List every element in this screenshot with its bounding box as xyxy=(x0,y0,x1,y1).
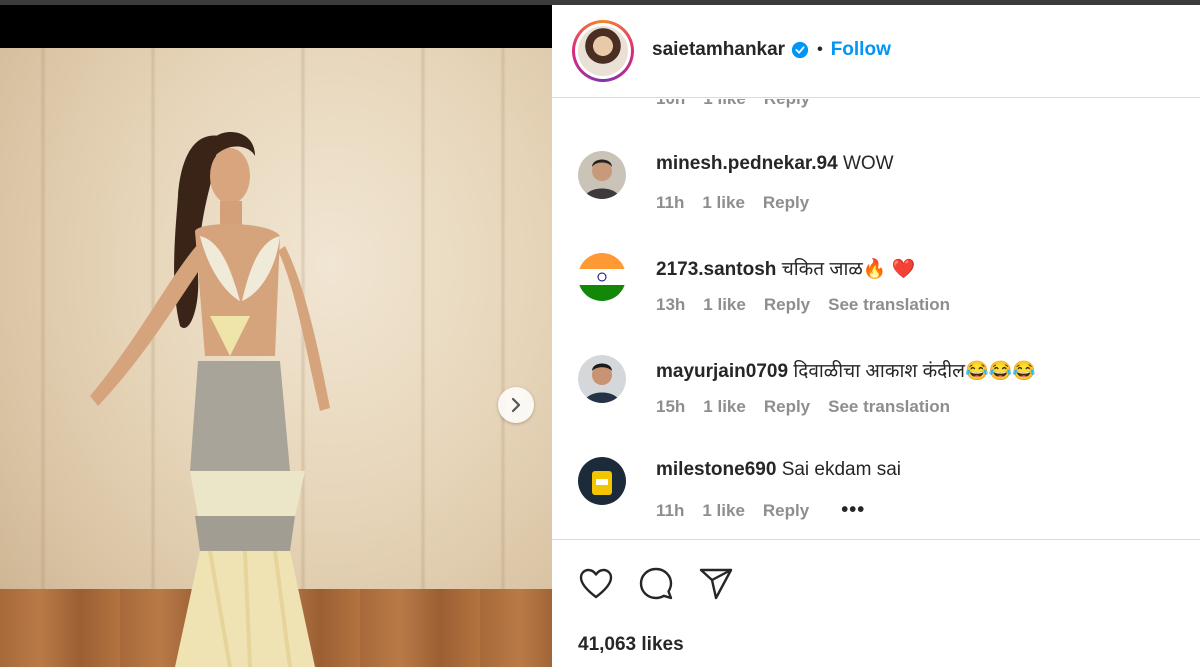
comment-text: WOW xyxy=(842,153,894,174)
next-image-button[interactable] xyxy=(498,387,534,423)
comment-likes[interactable]: 1 like xyxy=(702,501,745,521)
separator-dot: • xyxy=(817,41,823,58)
paper-plane-icon[interactable] xyxy=(698,566,734,602)
commenter-avatar[interactable] xyxy=(578,457,626,505)
post-actions: 41,063 likes xyxy=(552,539,1200,667)
chevron-right-icon xyxy=(511,397,521,413)
owner-username[interactable]: saietamhankar xyxy=(652,39,785,61)
verified-badge-icon xyxy=(791,41,809,59)
reply-button[interactable]: Reply xyxy=(764,397,810,417)
reply-button[interactable]: Reply xyxy=(763,501,809,521)
likes-count[interactable]: 41,063 likes xyxy=(578,634,684,656)
comment-item: 2173.santosh चकित जाळ🔥 ❤️ 13h 1 like Rep… xyxy=(578,251,1178,321)
comment-username[interactable]: 2173.santosh xyxy=(656,259,776,280)
post-side-panel: saietamhankar • Follow 10h 1 like Reply xyxy=(552,5,1200,667)
comment-username[interactable]: milestone690 xyxy=(656,459,776,480)
comment-username[interactable]: mayurjain0709 xyxy=(656,361,788,382)
comment-time: 10h xyxy=(656,99,685,109)
see-translation-link[interactable]: See translation xyxy=(828,295,950,315)
comment-time: 11h xyxy=(656,193,685,212)
comment-likes[interactable]: 1 like xyxy=(702,193,745,213)
heart-icon[interactable] xyxy=(578,566,614,602)
comment-text: Sai ekdam sai xyxy=(781,459,902,480)
previous-comment-meta: 10h 1 like Reply xyxy=(656,99,810,109)
comment-item: mayurjain0709 दिवाळीचा आकाश कंदील😂😂😂 15h… xyxy=(578,353,1178,423)
comment-likes[interactable]: 1 like xyxy=(703,397,746,417)
post-media xyxy=(0,5,552,667)
see-translation-link[interactable]: See translation xyxy=(828,397,950,417)
comment-text: दिवाळीचा आकाश कंदील😂😂😂 xyxy=(793,361,1037,382)
comments-list[interactable]: 10h 1 like Reply minesh.pednekar.94 WOW … xyxy=(552,99,1200,539)
comment-item: milestone690 Sai ekdam sai 11h 1 like Re… xyxy=(578,455,1178,525)
comment-username[interactable]: minesh.pednekar.94 xyxy=(656,153,838,174)
follow-button[interactable]: Follow xyxy=(831,39,891,61)
comment-item: minesh.pednekar.94 WOW 11h 1 like Reply xyxy=(578,149,1178,219)
post-photo xyxy=(0,48,552,667)
commenter-avatar[interactable] xyxy=(578,151,626,199)
post-header: saietamhankar • Follow xyxy=(552,5,1200,98)
reply-button[interactable]: Reply xyxy=(764,99,810,109)
comment-bubble-icon[interactable] xyxy=(638,566,674,602)
owner-avatar[interactable] xyxy=(572,20,634,82)
comment-likes[interactable]: 1 like xyxy=(703,295,746,315)
reply-button[interactable]: Reply xyxy=(764,295,810,315)
commenter-avatar[interactable] xyxy=(578,355,626,403)
commenter-avatar[interactable] xyxy=(578,253,626,301)
reply-button[interactable]: Reply xyxy=(763,193,809,213)
comment-text: चकित जाळ🔥 ❤️ xyxy=(781,259,916,280)
comment-time: 15h xyxy=(656,397,686,416)
comment-likes[interactable]: 1 like xyxy=(703,99,746,109)
model-figure xyxy=(90,132,330,667)
more-options-icon[interactable]: ••• xyxy=(841,499,865,522)
comment-time: 11h xyxy=(656,500,685,520)
comment-time: 13h xyxy=(656,295,686,314)
